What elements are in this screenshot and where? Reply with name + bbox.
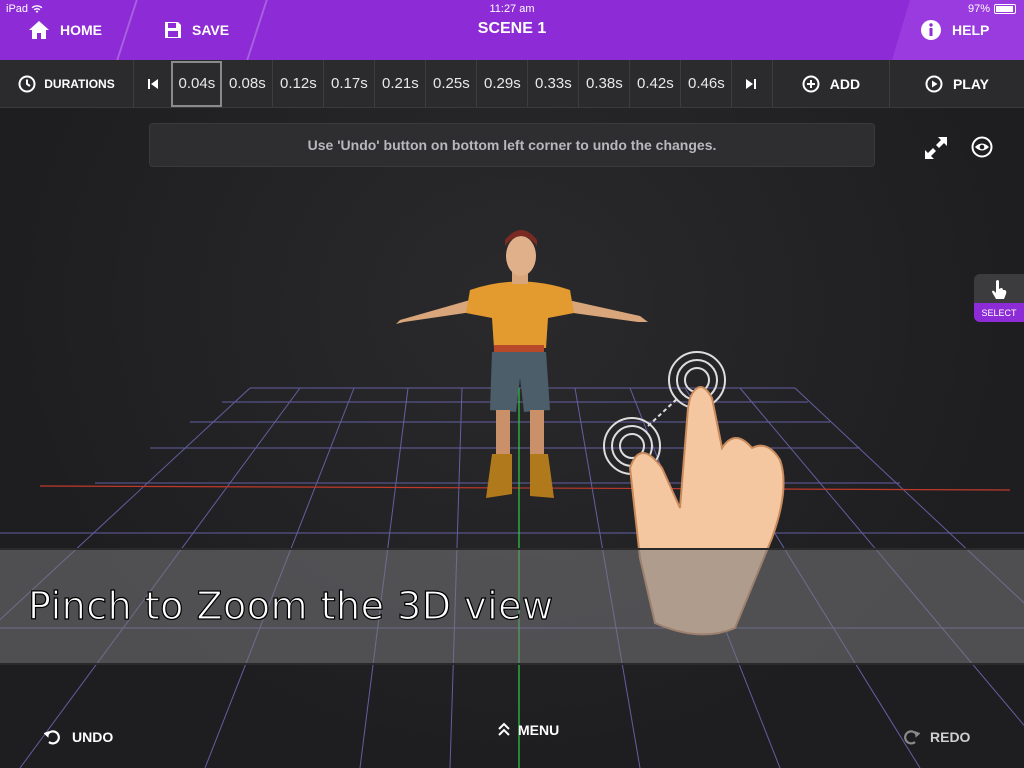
play-circle-icon (925, 75, 943, 92)
x-axis-line (39, 485, 1011, 491)
timeline-frame[interactable]: 0.25s (426, 59, 478, 108)
visibility-button[interactable] (969, 134, 995, 160)
ground-grid (0, 230, 1024, 768)
timeline-frame[interactable]: 0.17s (324, 59, 376, 108)
select-label: SELECT (974, 303, 1024, 322)
hand-pointer-icon (992, 280, 1007, 299)
status-battery: 97% (968, 3, 1016, 15)
info-icon (921, 20, 941, 40)
add-frame-button[interactable]: ADD (771, 59, 891, 108)
menu-label: MENU (518, 722, 560, 738)
add-label: ADD (829, 75, 861, 92)
timeline-frame[interactable]: 0.42s (630, 59, 682, 108)
help-label: HELP (952, 22, 990, 38)
menu-button[interactable]: MENU (498, 722, 559, 738)
timeline-frame[interactable]: 0.21s (375, 59, 427, 108)
fullscreen-button[interactable] (922, 134, 950, 162)
redo-button[interactable]: REDO (902, 728, 970, 746)
timeline-frame[interactable]: 0.04s (171, 60, 223, 107)
select-tool-button[interactable]: SELECT (974, 274, 1024, 322)
timeline-frame[interactable]: 0.29s (477, 59, 529, 108)
chevron-up-icon (498, 722, 510, 736)
timeline-bar: DURATIONS 0.04s 0.08s 0.12s 0.17s 0.21s 0.25s… (0, 59, 1024, 108)
timeline-frame[interactable]: 0.12s (273, 59, 325, 108)
timeline-frame[interactable]: 0.46s (681, 59, 733, 108)
top-header: iPad 11:27 am 97% HOME SAVE SCENE 1 HELP (0, 0, 1024, 60)
frame-strip: 0.04s 0.08s 0.12s 0.17s 0.21s 0.25s 0.29s 0.33s… (171, 59, 733, 108)
undo-label: UNDO (72, 729, 114, 745)
skip-to-end-button[interactable] (732, 60, 769, 108)
skip-end-icon (746, 78, 757, 89)
play-button[interactable]: PLAY (890, 60, 1024, 108)
status-time: 11:27 am (489, 3, 535, 15)
3d-viewport[interactable]: Use 'Undo' button on bottom left corner … (0, 108, 1024, 768)
timeline-frame[interactable]: 0.08s (222, 59, 274, 108)
timeline-frame[interactable]: 0.38s (579, 59, 631, 108)
clock-icon (18, 75, 36, 92)
battery-icon (994, 4, 1016, 14)
skip-start-icon (147, 78, 158, 89)
skip-to-start-button[interactable] (134, 60, 171, 108)
eye-icon (971, 136, 993, 158)
timeline-frame[interactable]: 0.33s (528, 59, 580, 108)
battery-percent: 97% (967, 3, 990, 15)
redo-label: REDO (930, 729, 971, 745)
undo-button[interactable]: UNDO (44, 728, 113, 746)
durations-button[interactable]: DURATIONS (0, 59, 134, 108)
play-label: PLAY (952, 75, 990, 92)
undo-hint-notice: Use 'Undo' button on bottom left corner … (149, 123, 875, 167)
character-model (396, 230, 648, 498)
tutorial-caption: Pinch to Zoom the 3D view (27, 583, 554, 628)
undo-icon (44, 730, 60, 745)
scene-title: SCENE 1 (477, 20, 547, 37)
redo-icon (904, 730, 920, 745)
expand-icon (925, 137, 947, 159)
durations-label: DURATIONS (44, 76, 115, 91)
help-button[interactable]: HELP (920, 18, 989, 42)
add-circle-icon (802, 75, 820, 92)
